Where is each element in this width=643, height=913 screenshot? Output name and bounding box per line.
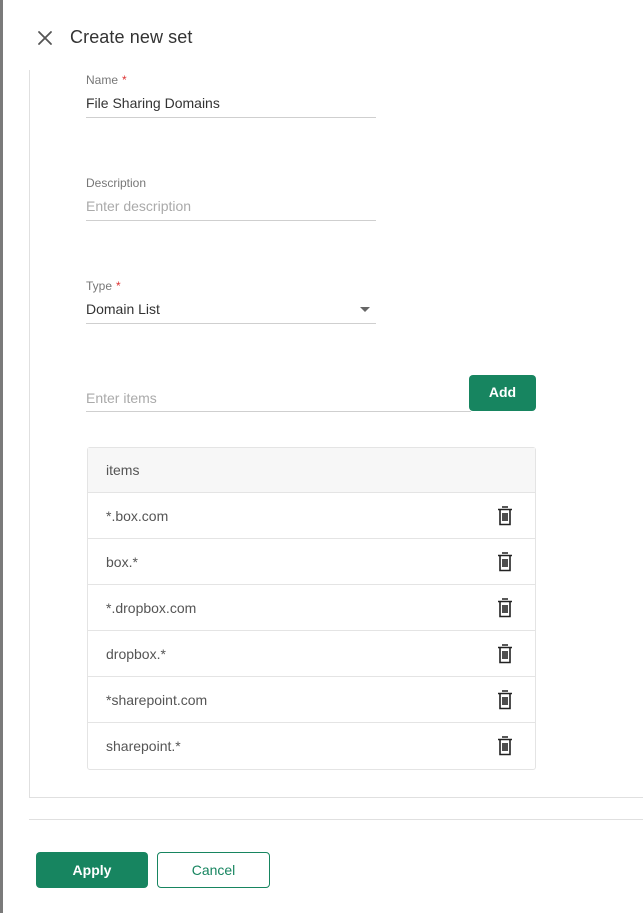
required-marker: * — [116, 279, 121, 293]
table-row: *.dropbox.com — [88, 585, 535, 631]
name-field: Name * File Sharing Domains — [86, 72, 376, 118]
item-text: box.* — [106, 554, 138, 570]
type-field: Type * Domain List — [86, 278, 376, 324]
cancel-button[interactable]: Cancel — [157, 852, 270, 888]
close-icon — [33, 26, 57, 50]
type-label-text: Type — [86, 279, 113, 293]
add-button[interactable]: Add — [469, 375, 536, 411]
name-input[interactable]: File Sharing Domains — [86, 88, 376, 118]
description-label: Description — [86, 176, 147, 190]
items-table: items *.box.com box.* *.dropbox.com drop… — [87, 447, 536, 770]
item-text: *sharepoint.com — [106, 692, 208, 708]
trash-icon[interactable] — [496, 597, 514, 619]
trash-icon[interactable] — [496, 551, 514, 573]
table-row: box.* — [88, 539, 535, 585]
apply-button[interactable]: Apply — [36, 852, 148, 888]
items-input[interactable]: Enter items — [86, 376, 471, 412]
table-row: *sharepoint.com — [88, 677, 535, 723]
form-area: Name * File Sharing Domains Description E… — [29, 70, 643, 798]
panel-header: Create new set — [3, 0, 643, 76]
description-input[interactable]: Enter description — [86, 191, 376, 221]
item-text: sharepoint.* — [106, 738, 181, 754]
trash-icon[interactable] — [496, 505, 514, 527]
name-label-text: Name — [86, 73, 119, 87]
item-text: *.dropbox.com — [106, 600, 197, 616]
close-button[interactable] — [33, 26, 57, 50]
description-field: Description Enter description — [86, 175, 376, 221]
create-set-panel: Create new set Name * File Sharing Domain… — [3, 0, 643, 913]
table-row: dropbox.* — [88, 631, 535, 677]
type-label: Type * — [86, 278, 376, 294]
trash-icon[interactable] — [496, 643, 514, 665]
item-text: dropbox.* — [106, 646, 166, 662]
trash-icon[interactable] — [496, 735, 514, 757]
table-row: *.box.com — [88, 493, 535, 539]
table-row: sharepoint.* — [88, 723, 535, 769]
chevron-down-icon — [360, 307, 370, 312]
name-label: Name * — [86, 72, 376, 88]
footer-divider — [29, 819, 643, 820]
item-text: *.box.com — [106, 508, 169, 524]
page-title: Create new set — [70, 27, 193, 47]
type-select-value: Domain List — [86, 301, 160, 317]
required-marker: * — [122, 73, 127, 87]
trash-icon[interactable] — [496, 689, 514, 711]
items-table-header: items — [88, 448, 535, 493]
type-select[interactable]: Domain List — [86, 294, 376, 324]
